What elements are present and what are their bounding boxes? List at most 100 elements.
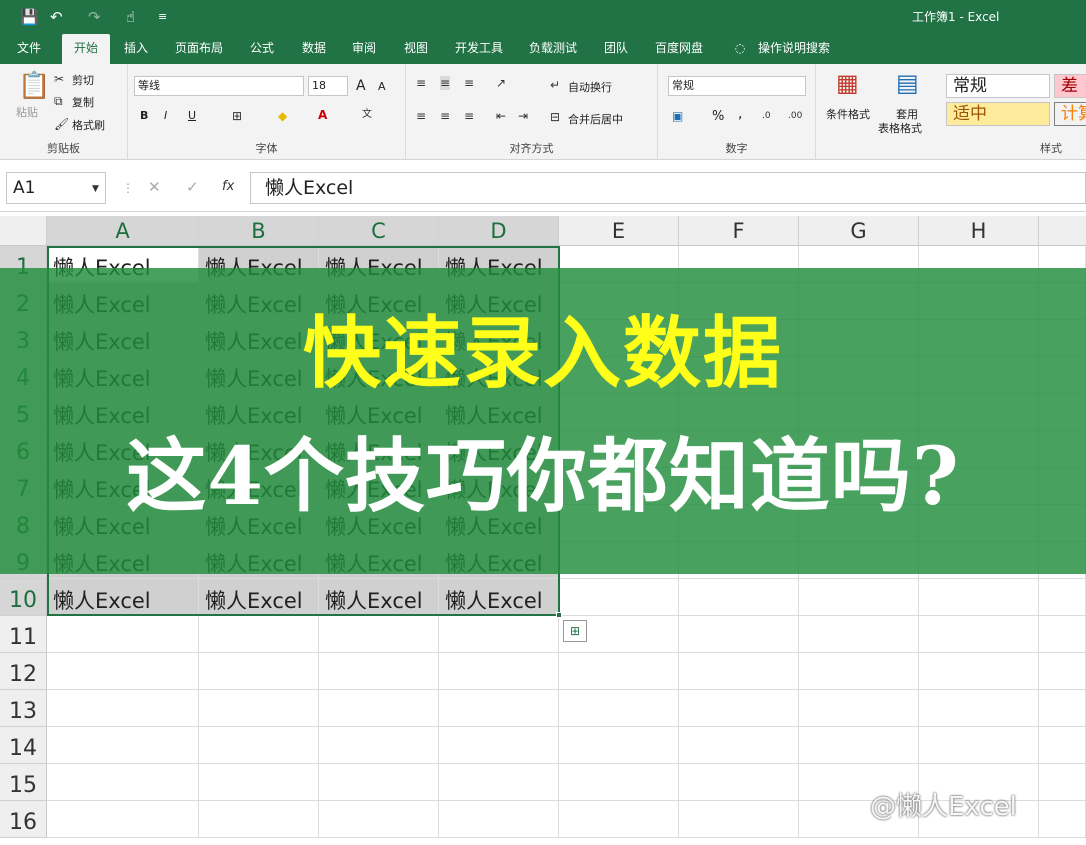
cell[interactable]	[1039, 690, 1086, 727]
paste-icon[interactable]: 📋	[18, 72, 50, 100]
grow-font-button[interactable]: A	[356, 78, 366, 94]
cell[interactable]	[439, 727, 559, 764]
cell[interactable]	[1039, 579, 1086, 616]
redo-icon[interactable]: ↷	[88, 7, 101, 27]
cell[interactable]	[319, 616, 439, 653]
number-format-select[interactable]: 常规	[668, 76, 806, 96]
cell[interactable]: 懒人Excel	[439, 579, 559, 616]
cell[interactable]	[799, 653, 919, 690]
cell[interactable]	[47, 690, 199, 727]
cell[interactable]	[559, 579, 679, 616]
cell[interactable]	[919, 690, 1039, 727]
merge-center-icon[interactable]: ⊟	[550, 110, 560, 124]
quick-analysis-icon[interactable]: ⊞	[563, 620, 587, 642]
cell[interactable]	[47, 616, 199, 653]
cell[interactable]: 懒人Excel	[319, 579, 439, 616]
cell[interactable]	[799, 616, 919, 653]
align-left-icon[interactable]: ≡	[416, 109, 426, 123]
format-as-table-icon[interactable]: ▤	[896, 70, 919, 96]
align-center-icon[interactable]: ≡	[440, 109, 450, 123]
column-header-f[interactable]: F	[679, 216, 799, 246]
align-middle-icon[interactable]: ≡	[440, 76, 451, 90]
cell[interactable]	[1039, 616, 1086, 653]
cell[interactable]	[1039, 801, 1086, 838]
cell[interactable]	[799, 690, 919, 727]
cell[interactable]	[319, 653, 439, 690]
cell[interactable]	[559, 690, 679, 727]
font-size-select[interactable]: 18	[308, 76, 348, 96]
cell[interactable]	[439, 801, 559, 838]
customize-qat-icon[interactable]: ≡	[158, 7, 167, 27]
comma-button[interactable]: ,	[738, 106, 742, 122]
border-icon[interactable]: ⊞	[232, 109, 242, 123]
merge-center-button[interactable]: 合并后居中	[568, 111, 623, 127]
format-painter-icon[interactable]: 🖌	[54, 117, 69, 131]
conditional-format-icon[interactable]: ▦	[836, 70, 859, 96]
format-as-table-line2[interactable]: 表格格式	[878, 120, 922, 136]
row-header-13[interactable]: 13	[0, 690, 47, 727]
cell[interactable]	[679, 727, 799, 764]
cell[interactable]	[679, 579, 799, 616]
enter-icon[interactable]: ✓	[186, 180, 199, 195]
cell[interactable]	[559, 764, 679, 801]
tab-developer[interactable]: 开发工具	[448, 34, 510, 64]
bold-button[interactable]: B	[140, 109, 148, 122]
align-right-icon[interactable]: ≡	[464, 109, 474, 123]
column-header-h[interactable]: H	[919, 216, 1039, 246]
cell[interactable]	[799, 727, 919, 764]
tab-home[interactable]: 开始	[62, 34, 110, 64]
cell[interactable]	[319, 727, 439, 764]
style-neutral[interactable]: 适中	[946, 102, 1050, 126]
cut-button[interactable]: 剪切	[72, 72, 94, 88]
cell[interactable]	[919, 653, 1039, 690]
cell[interactable]	[679, 764, 799, 801]
name-box[interactable]: A1	[6, 172, 106, 204]
cell[interactable]: 懒人Excel	[47, 579, 199, 616]
tab-view[interactable]: 视图	[396, 34, 436, 64]
tab-file[interactable]: 文件	[6, 34, 52, 64]
select-all-corner[interactable]	[0, 216, 47, 246]
cell[interactable]	[199, 690, 319, 727]
row-header-16[interactable]: 16	[0, 801, 47, 838]
cut-icon[interactable]: ✂	[54, 72, 64, 86]
column-header-e[interactable]: E	[559, 216, 679, 246]
fill-color-icon[interactable]: ◆	[278, 109, 287, 123]
name-box-dropdown-icon[interactable]: ▼	[92, 182, 99, 196]
cell[interactable]	[559, 801, 679, 838]
copy-icon[interactable]: ⧉	[54, 94, 63, 108]
cell[interactable]	[559, 653, 679, 690]
cell[interactable]	[1039, 653, 1086, 690]
copy-button[interactable]: 复制	[72, 94, 94, 110]
style-normal[interactable]: 常规	[946, 74, 1050, 98]
format-painter-button[interactable]: 格式刷	[72, 117, 105, 133]
paste-button[interactable]: 粘贴	[16, 104, 38, 120]
cell[interactable]	[47, 653, 199, 690]
style-bad[interactable]: 差	[1054, 74, 1086, 98]
column-header-g[interactable]: G	[799, 216, 919, 246]
cell[interactable]	[319, 801, 439, 838]
row-header-14[interactable]: 14	[0, 727, 47, 764]
cell[interactable]	[679, 653, 799, 690]
cell[interactable]	[199, 764, 319, 801]
cell[interactable]	[439, 690, 559, 727]
font-name-select[interactable]: 等线	[134, 76, 304, 96]
tab-data[interactable]: 数据	[294, 34, 334, 64]
cell[interactable]	[439, 764, 559, 801]
cell[interactable]	[439, 653, 559, 690]
column-header-i[interactable]	[1039, 216, 1086, 246]
orientation-icon[interactable]: ↗	[496, 76, 506, 90]
underline-button[interactable]: U	[188, 109, 196, 122]
tab-review[interactable]: 审阅	[344, 34, 384, 64]
cell[interactable]	[319, 764, 439, 801]
row-header-15[interactable]: 15	[0, 764, 47, 801]
font-color-icon[interactable]: A	[318, 108, 327, 122]
insert-function-icon[interactable]: fx	[222, 180, 234, 194]
tab-team[interactable]: 团队	[596, 34, 636, 64]
fill-handle[interactable]	[556, 612, 562, 618]
italic-button[interactable]: I	[164, 109, 167, 122]
column-header-d[interactable]: D	[439, 216, 559, 246]
cell[interactable]	[47, 764, 199, 801]
cell[interactable]	[679, 801, 799, 838]
formula-input[interactable]: 懒人Excel	[250, 172, 1086, 204]
style-calculation[interactable]: 计算	[1054, 102, 1086, 126]
